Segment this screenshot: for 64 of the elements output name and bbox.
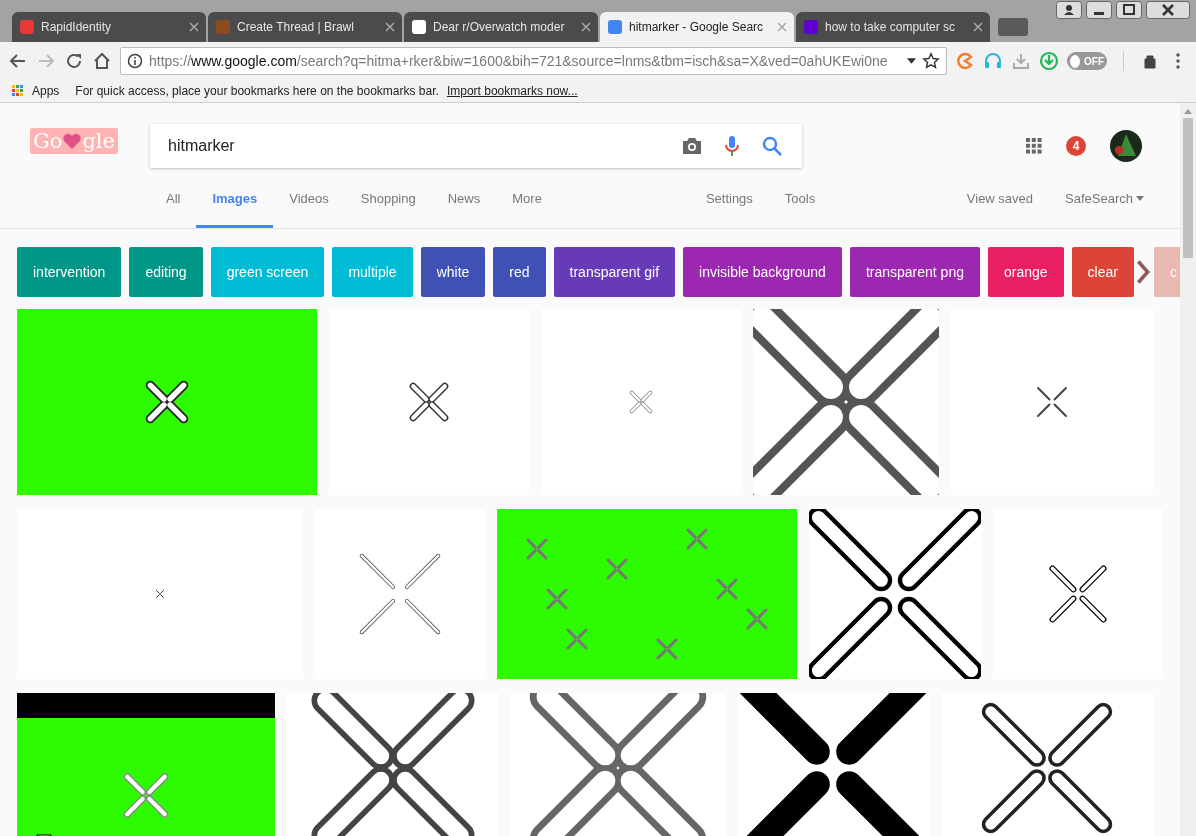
related-search-chip[interactable]: editing xyxy=(129,247,203,297)
bookmarks-message: For quick access, place your bookmarks here on the bookmarks bar. xyxy=(75,84,439,98)
search-tab[interactable]: News xyxy=(431,169,497,228)
search-tab[interactable]: All xyxy=(150,169,197,228)
site-icon xyxy=(215,19,231,35)
info-icon[interactable] xyxy=(127,53,143,69)
browser-tab[interactable]: hitmarker - Google Searc xyxy=(600,12,794,42)
tools-link[interactable]: Settings xyxy=(689,169,769,228)
apps-grid-icon[interactable] xyxy=(1026,138,1042,154)
download-icon[interactable] xyxy=(1039,51,1059,71)
view-saved-link[interactable]: View saved xyxy=(950,169,1050,228)
tools-link[interactable]: Tools xyxy=(768,169,832,228)
site-icon xyxy=(803,19,819,35)
tab-title: RapidIdentity xyxy=(41,20,113,34)
tab-title: Dear r/Overwatch moder xyxy=(433,20,566,34)
dropdown-icon[interactable] xyxy=(907,58,916,64)
related-search-chip[interactable]: invisible background xyxy=(683,247,842,297)
site-icon xyxy=(607,19,623,35)
related-search-chip[interactable]: intervention xyxy=(17,247,122,297)
browser-tab[interactable]: Create Thread | Brawl xyxy=(208,12,402,42)
address-field[interactable]: https://www.google.com/search?q=hitma+rker&biw=1600&bih=721&source=lnms&tbm=isch&sa=X&ved=0ahUKEwi0ne xyxy=(120,47,947,75)
tab-title: how to take computer sc xyxy=(825,20,957,34)
related-search-chip[interactable]: white xyxy=(420,247,486,297)
download-icon[interactable] xyxy=(1011,51,1031,71)
chevron-right-icon[interactable] xyxy=(1135,257,1150,287)
minimize-icon[interactable] xyxy=(1086,1,1112,19)
profile-icon[interactable] xyxy=(1056,1,1082,19)
apps-link[interactable]: Apps xyxy=(32,84,60,98)
related-search-chip[interactable]: orange xyxy=(988,247,1064,297)
headphones-icon[interactable] xyxy=(983,51,1003,71)
search-tab[interactable]: Images xyxy=(196,169,274,228)
tab-title: hitmarker - Google Searc xyxy=(629,20,765,34)
search-icon[interactable] xyxy=(760,134,784,158)
toggle-switch[interactable]: OFF xyxy=(1067,52,1107,70)
browser-tab[interactable]: how to take computer sc xyxy=(796,12,990,42)
related-search-chip[interactable]: clear xyxy=(1071,247,1134,297)
site-icon xyxy=(19,19,35,35)
safesearch-menu[interactable]: SafeSearch xyxy=(1049,169,1180,228)
related-search-chip[interactable]: transparent png xyxy=(849,247,980,297)
search-field[interactable]: hitmarker xyxy=(150,124,802,168)
scroll-up-icon[interactable] xyxy=(1184,109,1192,114)
scrollbar-thumb[interactable] xyxy=(1183,118,1193,258)
caret-icon xyxy=(1136,196,1144,201)
related-search-chip[interactable]: green screen xyxy=(210,247,325,297)
search-tab[interactable]: More xyxy=(496,169,558,228)
avatar[interactable] xyxy=(1110,130,1142,162)
apps-icon[interactable] xyxy=(12,85,24,97)
import-bookmarks-link[interactable]: Import bookmarks now... xyxy=(446,84,578,98)
related-search-chip[interactable]: multiple xyxy=(332,247,413,297)
search-tab[interactable]: Shopping xyxy=(344,169,432,228)
related-search-chip[interactable]: red xyxy=(493,247,546,297)
pacman-icon[interactable] xyxy=(955,51,975,71)
browser-tab[interactable]: Dear r/Overwatch moder xyxy=(404,12,598,42)
close-icon[interactable] xyxy=(1146,1,1190,19)
home-icon[interactable] xyxy=(92,51,112,71)
browser-tab[interactable]: RapidIdentity xyxy=(12,12,206,42)
maximize-icon[interactable] xyxy=(1116,1,1142,19)
search-tab[interactable]: Videos xyxy=(273,169,345,228)
related-search-chip[interactable]: transparent gif xyxy=(553,247,676,297)
star-icon[interactable] xyxy=(922,52,940,70)
notification-badge[interactable]: 4 xyxy=(1066,136,1086,156)
reload-icon[interactable] xyxy=(64,51,84,71)
site-icon xyxy=(411,19,427,35)
tab-title: Create Thread | Brawl xyxy=(237,20,355,34)
